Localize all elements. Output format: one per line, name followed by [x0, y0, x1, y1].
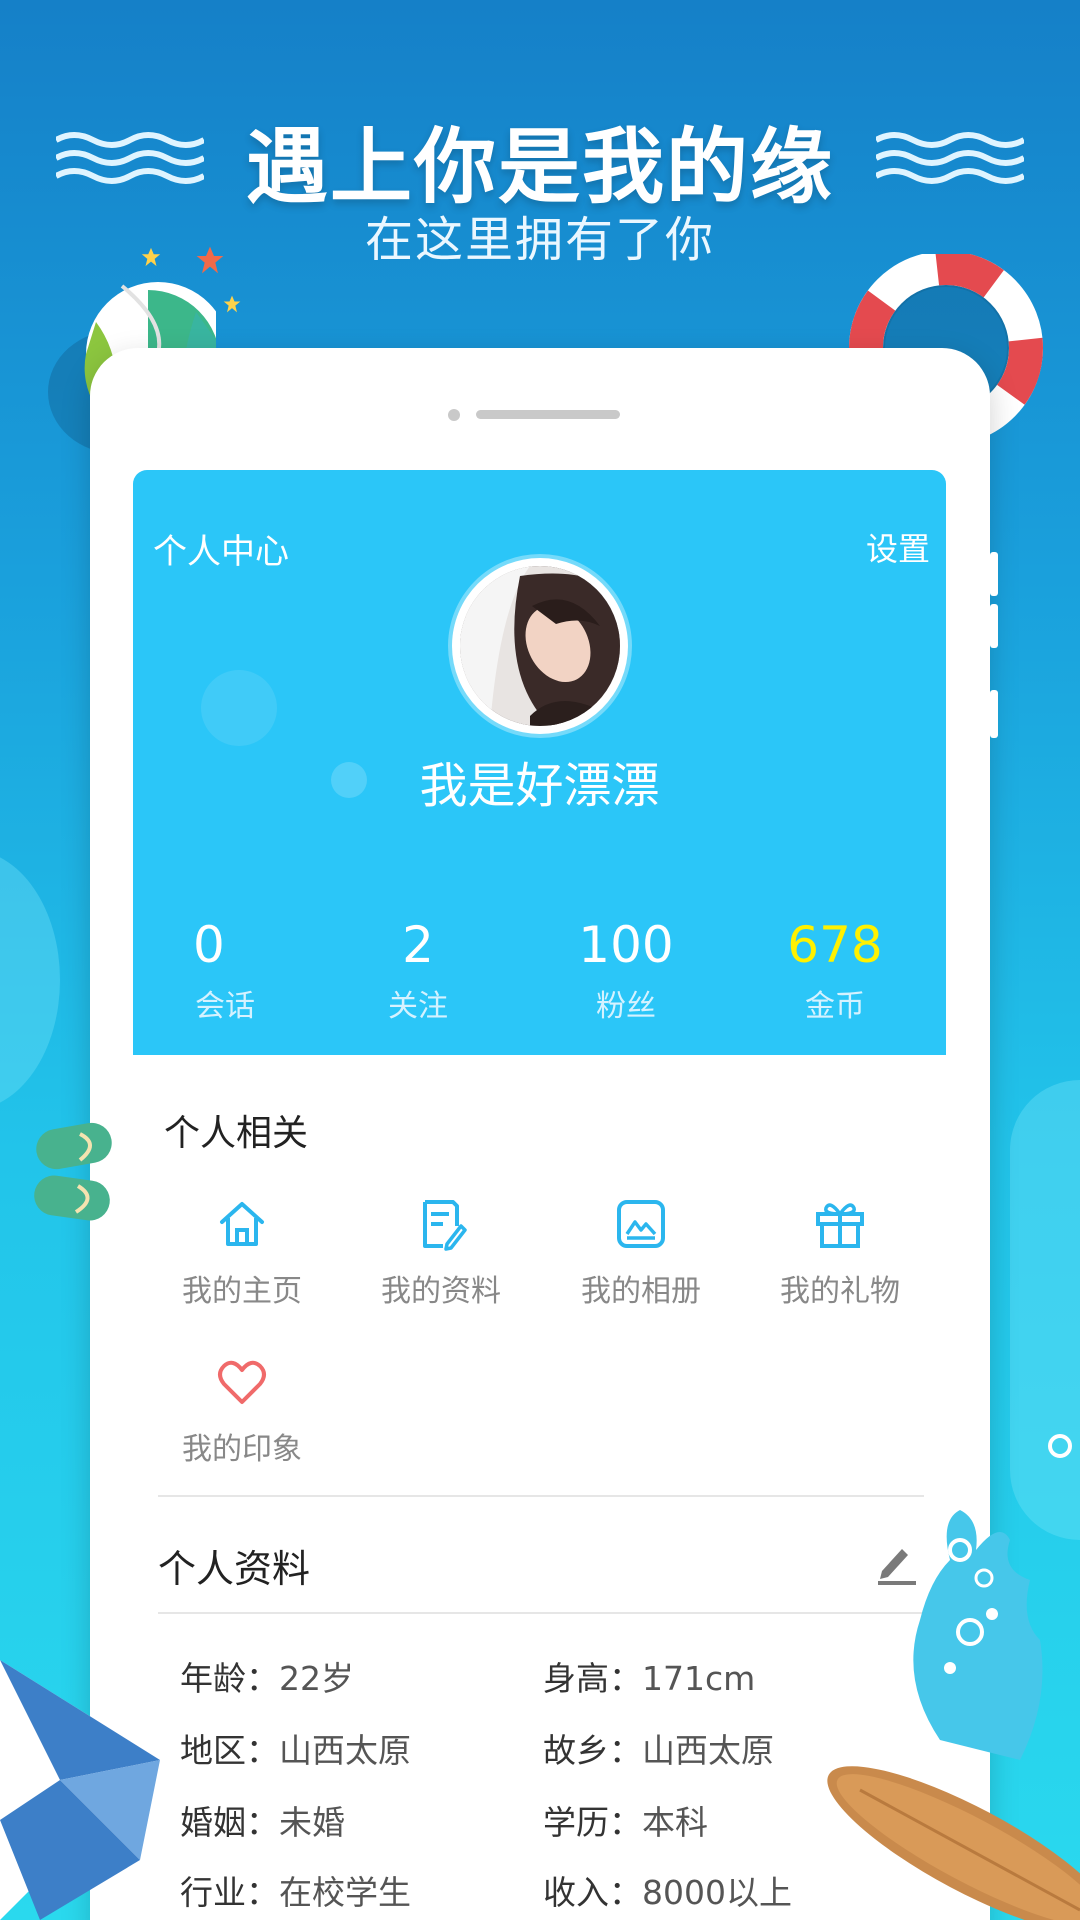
stat-label: 关注 — [388, 989, 448, 1024]
avatar-frame[interactable] — [452, 558, 628, 734]
info-value: 171cm — [642, 1659, 756, 1698]
menu-item-my-gifts[interactable]: 我的礼物 — [740, 1196, 940, 1310]
info-region: 地区：山西太原 — [180, 1724, 411, 1772]
section-divider — [158, 1612, 924, 1614]
phone-side-button — [990, 604, 998, 648]
stat-conversations[interactable]: 0 会话 — [135, 915, 335, 1025]
menu-item-label: 我的印象 — [182, 1432, 302, 1467]
avatar — [460, 566, 620, 726]
page-title: 个人中心 — [153, 532, 289, 572]
info-key: 收入： — [543, 1873, 642, 1912]
starfish-icon — [196, 246, 224, 274]
info-value: 山西太原 — [279, 1731, 411, 1770]
stat-label: 会话 — [195, 989, 255, 1024]
app-promo-screen: 遇上你是我的缘 在这里拥有了你 个人中心 设置 我是好漂漂 0 会话 2 关注 … — [0, 0, 1080, 1920]
username: 我是好漂漂 — [419, 758, 660, 814]
info-industry: 行业：在校学生 — [180, 1866, 411, 1914]
stat-value: 2 — [402, 916, 434, 974]
info-value: 22岁 — [279, 1659, 354, 1698]
menu-item-label: 我的相册 — [581, 1274, 701, 1309]
menu-item-my-impression[interactable]: 我的印象 — [142, 1354, 342, 1468]
photo-album-icon — [617, 1200, 665, 1248]
section-title-personal-related: 个人相关 — [164, 1113, 309, 1154]
info-age: 年龄：22岁 — [180, 1652, 354, 1700]
info-hometown: 故乡：山西太原 — [543, 1724, 774, 1772]
stat-coins[interactable]: 678 金币 — [735, 915, 935, 1025]
phone-side-button — [990, 552, 998, 596]
stat-label: 金币 — [805, 989, 865, 1024]
stat-label: 粉丝 — [596, 989, 656, 1024]
stat-following[interactable]: 2 关注 — [318, 915, 518, 1025]
stat-followers[interactable]: 100 粉丝 — [526, 915, 726, 1025]
info-value: 在校学生 — [279, 1873, 411, 1912]
menu-item-my-album[interactable]: 我的相册 — [541, 1196, 741, 1310]
info-key: 故乡： — [543, 1731, 642, 1770]
phone-side-button — [990, 690, 998, 738]
profile-header-card: 个人中心 设置 我是好漂漂 0 会话 2 关注 100 粉丝 678 金币 — [133, 470, 946, 1055]
info-value: 未婚 — [279, 1803, 345, 1842]
info-education: 学历：本科 — [543, 1796, 708, 1844]
stat-value-coins: 678 — [787, 916, 883, 974]
menu-item-label: 我的主页 — [182, 1274, 302, 1309]
stat-value: 100 — [578, 916, 674, 974]
info-key: 身高： — [543, 1659, 642, 1698]
bubble-decoration — [201, 670, 277, 746]
gift-icon — [816, 1203, 864, 1248]
star-icon — [141, 247, 161, 267]
surfboard-icon — [827, 1766, 1080, 1920]
star-icon — [223, 295, 241, 313]
info-value: 山西太原 — [642, 1731, 774, 1770]
section-title-personal-info: 个人资料 — [158, 1547, 311, 1591]
section-divider — [158, 1495, 924, 1497]
info-marital-status: 婚姻：未婚 — [180, 1796, 345, 1844]
info-key: 学历： — [543, 1803, 642, 1842]
phone-camera — [448, 409, 460, 421]
background-blob-left — [0, 850, 60, 1110]
document-edit-icon — [423, 1200, 467, 1251]
info-income: 收入：8000以上 — [543, 1866, 792, 1914]
heart-icon — [218, 1360, 266, 1404]
stat-value: 0 — [193, 916, 225, 974]
menu-item-label: 我的礼物 — [780, 1274, 900, 1309]
info-value: 本科 — [642, 1803, 708, 1842]
phone-speaker — [476, 410, 620, 419]
water-splash-icon — [913, 1434, 1072, 1760]
info-value: 8000以上 — [642, 1873, 792, 1912]
settings-button[interactable]: 设置 — [866, 524, 930, 570]
beach-umbrella-icon — [0, 1660, 160, 1920]
menu-item-label: 我的资料 — [381, 1274, 501, 1309]
flip-flops-icon — [34, 1122, 112, 1221]
menu-item-my-homepage[interactable]: 我的主页 — [142, 1196, 342, 1310]
info-height: 身高：171cm — [543, 1652, 755, 1700]
home-icon — [220, 1202, 264, 1246]
menu-item-my-profile[interactable]: 我的资料 — [341, 1196, 541, 1310]
